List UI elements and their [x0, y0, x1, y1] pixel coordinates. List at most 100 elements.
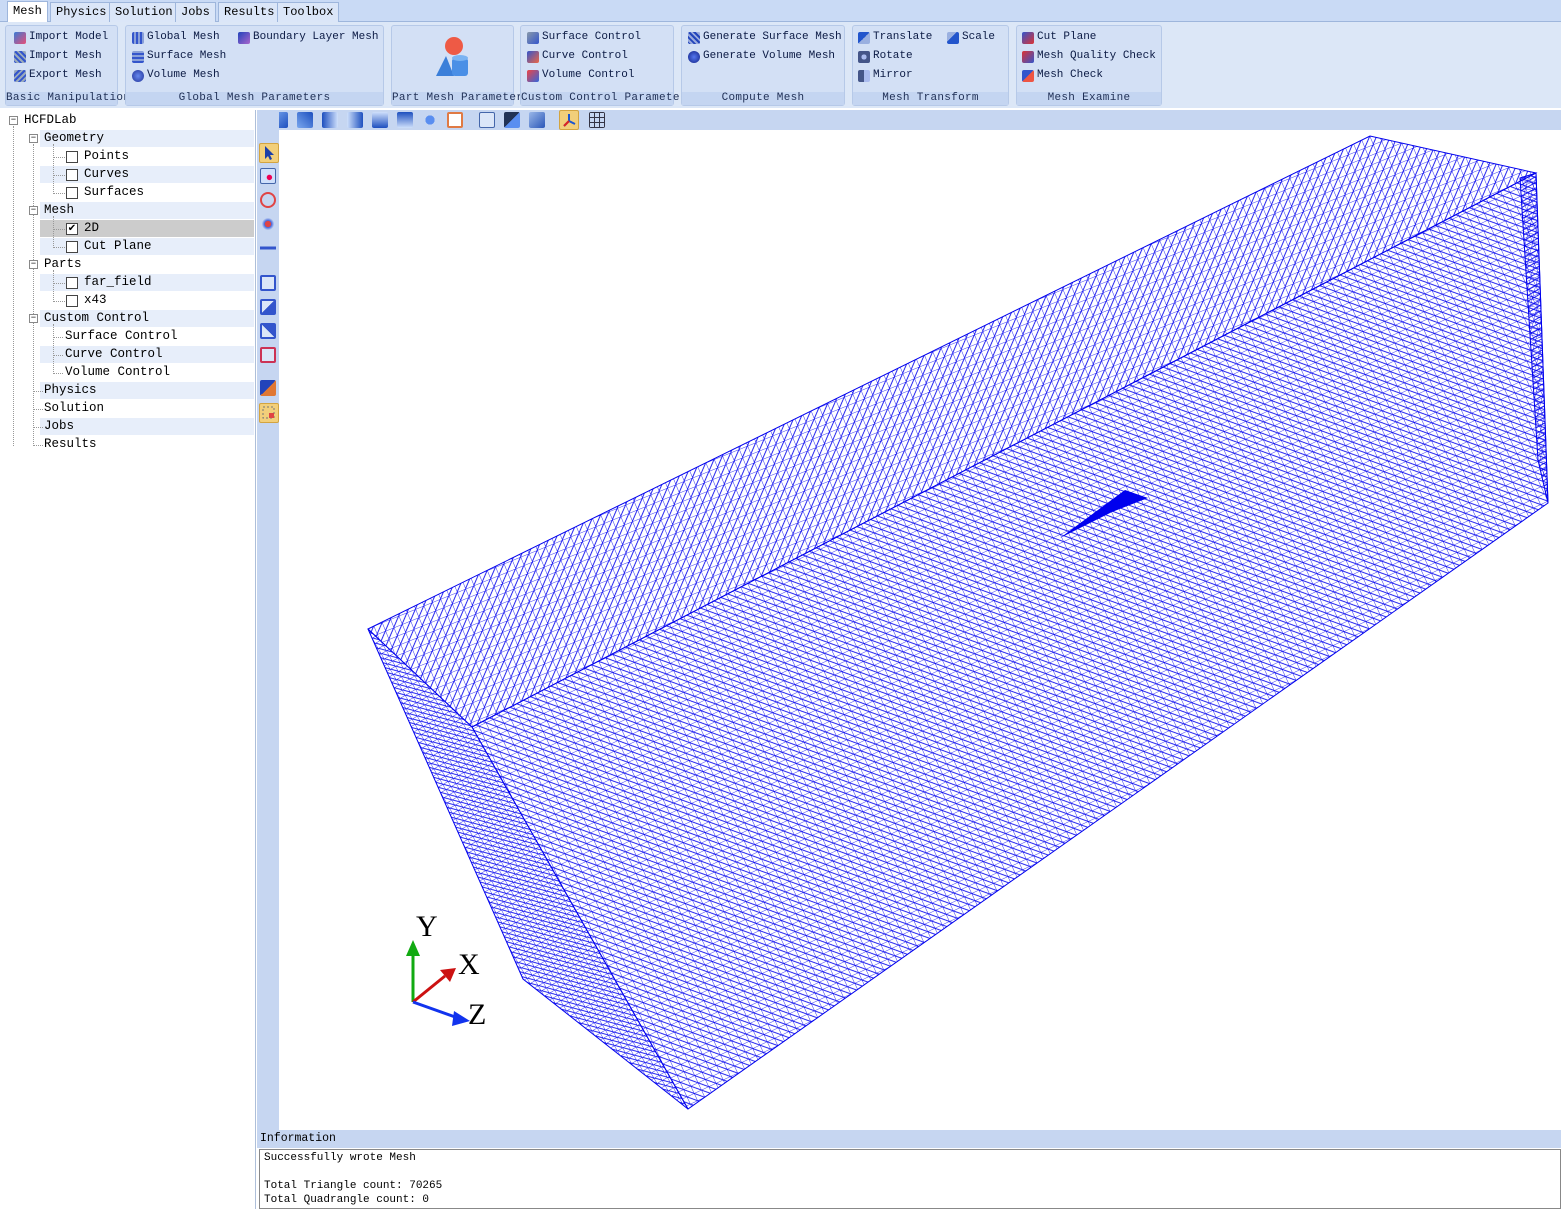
box-select-icon[interactable] [259, 403, 279, 423]
view-back-icon[interactable] [297, 112, 313, 128]
generate-volume-mesh-icon [688, 50, 700, 63]
tab-physics[interactable]: Physics [50, 2, 113, 22]
import-model-button[interactable]: Import Model [14, 29, 108, 46]
select-pointer-icon[interactable] [259, 143, 279, 163]
mesh-check-button[interactable]: Mesh Check [1022, 67, 1103, 84]
expand-toggle-parts[interactable]: − [29, 260, 38, 269]
group-mesh-transform: Translate Scale Rotate Mirror Mesh Trans… [852, 25, 1009, 106]
rotate-view-icon[interactable] [260, 192, 276, 208]
select-node-icon[interactable] [260, 323, 276, 339]
export-mesh-button[interactable]: Export Mesh [14, 67, 102, 84]
view-toolbar [257, 110, 1561, 130]
volume-mesh-button[interactable]: Volume Mesh [132, 67, 220, 84]
group-custom-control-parameters: Surface Control Curve Control Volume Con… [520, 25, 693, 106]
mesh-check-icon [1022, 69, 1034, 82]
generate-volume-mesh-button[interactable]: Generate Volume Mesh [688, 48, 835, 65]
mesh-quality-check-button[interactable]: Mesh Quality Check [1022, 48, 1156, 65]
tree-item-physics[interactable]: Physics [44, 382, 97, 399]
cut-plane-checkbox[interactable] [66, 241, 78, 253]
volume-control-button[interactable]: Volume Control [527, 67, 634, 84]
fit-view-icon[interactable] [447, 112, 463, 128]
view-left-icon[interactable] [322, 112, 338, 128]
tree-item-curve-control[interactable]: Curve Control [65, 346, 163, 363]
information-log[interactable]: Successfully wrote Mesh Total Triangle c… [259, 1149, 1561, 1209]
mesh-2d-checkbox[interactable]: ✔ [66, 223, 78, 235]
tree-item-points[interactable]: Points [84, 148, 129, 165]
tree-item-jobs[interactable]: Jobs [44, 418, 74, 435]
tree-item-surface-control[interactable]: Surface Control [65, 328, 178, 345]
view-right-icon[interactable] [347, 112, 363, 128]
zoom-icon[interactable] [260, 240, 276, 256]
surface-wire-icon[interactable] [529, 112, 545, 128]
generate-surface-mesh-button[interactable]: Generate Surface Mesh [688, 29, 842, 46]
select-face-icon[interactable] [260, 275, 276, 291]
zoom-box-icon[interactable] [260, 168, 276, 184]
tree-item-x43[interactable]: x43 [84, 292, 107, 309]
tree-item-mesh[interactable]: Mesh [44, 202, 74, 219]
tree-item-far-field[interactable]: far_field [84, 274, 152, 291]
surface-render-icon[interactable] [504, 112, 520, 128]
surface-control-button[interactable]: Surface Control [527, 29, 641, 46]
pick-color-icon[interactable] [260, 380, 276, 396]
tree-item-solution[interactable]: Solution [44, 400, 104, 417]
tab-solution[interactable]: Solution [109, 2, 179, 22]
tree-item-geometry[interactable]: Geometry [44, 130, 104, 147]
tree-item-root[interactable]: HCFDLab [24, 112, 77, 129]
tab-mesh[interactable]: Mesh [7, 1, 48, 23]
scale-icon [947, 31, 959, 44]
far-field-checkbox[interactable] [66, 277, 78, 289]
tree-item-parts[interactable]: Parts [44, 256, 82, 273]
tab-results[interactable]: Results [218, 2, 281, 22]
expand-toggle-geometry[interactable]: − [29, 134, 38, 143]
group-title: Mesh Examine [1017, 92, 1161, 105]
3d-viewport[interactable]: Y X Z [280, 130, 1561, 1128]
global-mesh-button[interactable]: Global Mesh [132, 29, 220, 46]
model-tree: − − − − − HCFDLab Geometry Points Curves… [0, 110, 256, 1209]
curve-control-button[interactable]: Curve Control [527, 48, 628, 65]
cut-plane-icon [1022, 31, 1034, 44]
import-mesh-button[interactable]: Import Mesh [14, 48, 102, 65]
boundary-layer-mesh-button[interactable]: Boundary Layer Mesh [238, 29, 378, 46]
axes-toggle-icon[interactable] [559, 110, 579, 130]
interaction-toolbar [257, 110, 279, 1130]
view-top-icon[interactable] [372, 112, 388, 128]
cut-plane-button[interactable]: Cut Plane [1022, 29, 1096, 46]
mirror-button[interactable]: Mirror [858, 67, 913, 84]
surfaces-checkbox[interactable] [66, 187, 78, 199]
wireframe-icon[interactable] [479, 112, 495, 128]
curves-checkbox[interactable] [66, 169, 78, 181]
surface-mesh-button[interactable]: Surface Mesh [132, 48, 226, 65]
select-edge-icon[interactable] [260, 299, 276, 315]
generate-surface-mesh-icon [688, 31, 700, 44]
points-checkbox[interactable] [66, 151, 78, 163]
expand-toggle-custom-control[interactable]: − [29, 314, 38, 323]
tree-item-cut-plane[interactable]: Cut Plane [84, 238, 152, 255]
tree-item-2d[interactable]: 2D [84, 220, 99, 237]
tab-jobs[interactable]: Jobs [175, 2, 216, 22]
view-bottom-icon[interactable] [397, 112, 413, 128]
x43-checkbox[interactable] [66, 295, 78, 307]
tree-item-curves[interactable]: Curves [84, 166, 129, 183]
group-compute-mesh: Generate Surface Mesh Generate Volume Me… [681, 25, 845, 106]
z-axis-line [412, 1000, 459, 1020]
tree-item-surfaces[interactable]: Surfaces [84, 184, 144, 201]
select-cell-icon[interactable] [260, 347, 276, 363]
tree-item-custom-control[interactable]: Custom Control [44, 310, 149, 327]
group-title: Global Mesh Parameters [126, 92, 383, 105]
mesh-quality-check-icon [1022, 50, 1034, 63]
tree-item-volume-control[interactable]: Volume Control [65, 364, 170, 381]
tree-item-results[interactable]: Results [44, 436, 97, 453]
tab-toolbox[interactable]: Toolbox [277, 2, 340, 22]
translate-button[interactable]: Translate [858, 29, 932, 46]
group-part-mesh-parameters[interactable]: Part Mesh Parameters [391, 25, 530, 106]
rotate-button[interactable]: Rotate [858, 48, 913, 65]
export-mesh-icon [14, 69, 26, 82]
scale-button[interactable]: Scale [947, 29, 995, 46]
pan-icon[interactable] [260, 216, 276, 232]
expand-toggle-root[interactable]: − [9, 116, 18, 125]
expand-toggle-mesh[interactable]: − [29, 206, 38, 215]
grid-icon[interactable] [589, 112, 605, 128]
view-iso-icon[interactable] [422, 112, 438, 128]
curve-control-icon [527, 50, 539, 63]
group-global-mesh-parameters: Global Mesh Boundary Layer Mesh Surface … [125, 25, 384, 106]
